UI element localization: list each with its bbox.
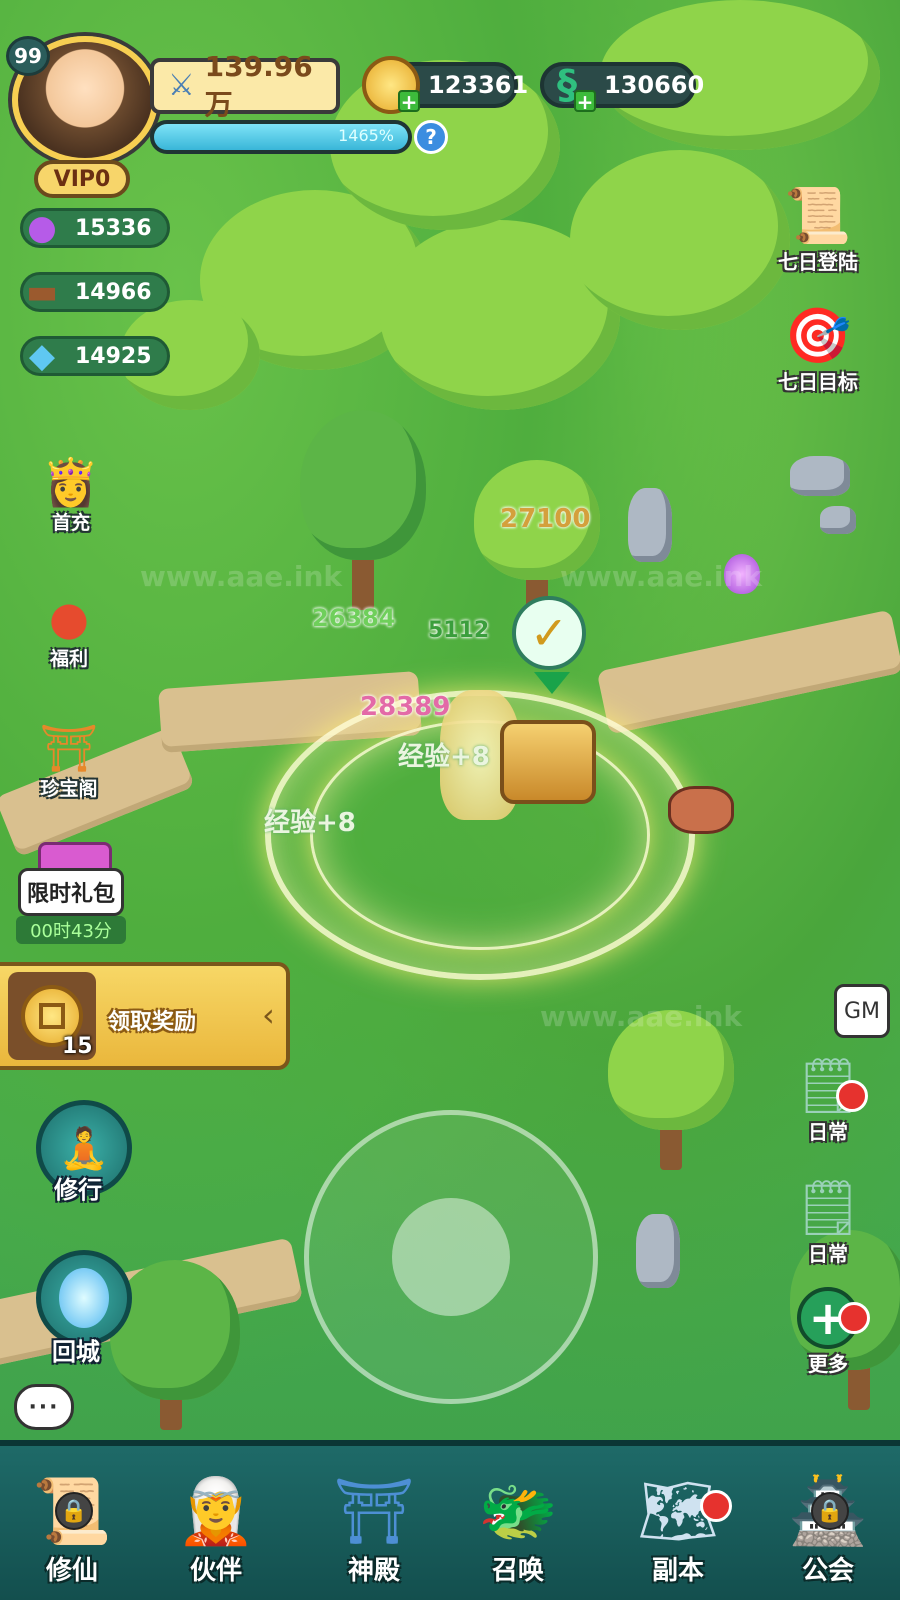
scroll-icon: 📜🔒 — [17, 1456, 127, 1566]
daily-button-2[interactable]: 🗒 日常 — [788, 1168, 868, 1267]
return-city-label: 回城 — [52, 1338, 100, 1366]
level-badge: 99 — [6, 36, 50, 76]
exp-bar: 1465% — [150, 120, 412, 154]
flame-value: 15336 — [75, 215, 152, 241]
notification-dot — [838, 1302, 870, 1334]
bottom-nav-bar: 📜🔒 修仙 🧝 伙伴 ⛩ 神殿 🐲 召唤 🗺 副本 🏯🔒 公会 — [0, 1440, 900, 1600]
chevron-left-icon[interactable]: ‹ — [262, 996, 275, 1034]
treasure-pavilion-button[interactable]: ⛩ 珍宝阁 — [34, 716, 104, 801]
seven-day-goal-button[interactable]: 🎯 七日目标 — [778, 296, 858, 395]
combat-power-value: 139.96万 — [204, 49, 313, 121]
purple-flame-icon: ● — [27, 208, 57, 248]
vip-badge[interactable]: VIP0 — [34, 160, 130, 198]
notification-dot — [836, 1080, 868, 1112]
resource-crystal: ◆ 14925 — [20, 336, 170, 376]
lock-icon: 🔒 — [811, 1492, 849, 1530]
nav-temple[interactable]: ⛩ 神殿 — [304, 1446, 444, 1600]
damage-number: 28389 — [360, 692, 451, 722]
dirt-path — [596, 609, 900, 735]
reward-count: 15 — [62, 1034, 93, 1059]
crystal-value: 14925 — [75, 343, 152, 369]
check-bubble-icon[interactable]: ✓ — [512, 596, 586, 670]
treasure-chest-icon[interactable] — [500, 720, 596, 804]
gift-timer: 00时43分 — [16, 916, 126, 944]
boar-enemy[interactable] — [668, 786, 734, 834]
claim-reward-label: 领取奖励 — [108, 1010, 197, 1035]
nav-summon[interactable]: 🐲 召唤 — [448, 1446, 588, 1600]
crossed-swords-icon: ⚔ — [167, 68, 195, 103]
watermark: www.aae.ink — [540, 1000, 743, 1033]
welfare-label: 福利 — [49, 648, 88, 670]
guild-icon: 🏯🔒 — [773, 1456, 883, 1566]
rock — [820, 506, 856, 534]
nav-cultivation[interactable]: 📜🔒 修仙 — [2, 1446, 142, 1600]
scroll-target-icon: 🎯 — [784, 304, 852, 367]
limited-gift-button[interactable]: 限时礼包 — [18, 868, 124, 916]
damage-number: 27100 — [500, 504, 591, 534]
daily-label-2: 日常 — [808, 1242, 848, 1266]
first-charge-button[interactable]: 👸 首充 — [36, 450, 106, 535]
damage-number: 26384 — [312, 604, 396, 632]
gm-button[interactable]: GM — [834, 984, 890, 1038]
jade-value: 130660 — [604, 71, 705, 99]
add-coin-icon[interactable]: + — [398, 90, 420, 112]
hp-number: 5112 — [428, 618, 490, 643]
forest-canopy — [570, 150, 790, 330]
wood-value: 14966 — [75, 279, 152, 305]
pavilion-icon: ⛩ — [39, 720, 99, 775]
notification-dot — [700, 1490, 732, 1522]
jade-currency[interactable]: § + 130660 — [540, 62, 704, 112]
pine-tree — [300, 410, 426, 560]
welfare-button[interactable]: ● 福利 — [34, 586, 104, 671]
seven-day-login-button[interactable]: 📜 七日登陆 — [778, 176, 858, 275]
treasure-pavilion-label: 珍宝阁 — [40, 778, 98, 800]
coin-currency[interactable]: + 123361 — [362, 56, 528, 114]
watermark: www.aae.ink — [140, 560, 343, 593]
lock-icon: 🔒 — [55, 1492, 93, 1530]
lucky-bag-icon: ● — [48, 591, 90, 645]
exp-gain-text: 经验+8 — [398, 742, 490, 772]
summon-icon: 🐲 — [478, 1474, 558, 1549]
down-arrow-icon — [534, 672, 570, 694]
seven-day-login-label: 七日登陆 — [778, 250, 858, 274]
add-jade-icon[interactable]: + — [574, 90, 596, 112]
exp-percent: 1465% — [338, 126, 394, 145]
scroll-calendar-icon: 📜 — [784, 184, 852, 247]
wood-log-icon: ▬ — [25, 272, 59, 312]
chat-button[interactable]: ··· — [14, 1384, 74, 1430]
nav-guild[interactable]: 🏯🔒 公会 — [758, 1446, 898, 1600]
seven-day-goal-label: 七日目标 — [778, 370, 858, 394]
cultivate-label: 修行 — [54, 1176, 102, 1204]
daily-scroll-icon: 🗒 — [793, 1176, 863, 1239]
nav-dungeon[interactable]: 🗺 副本 — [608, 1446, 748, 1600]
watermark: www.aae.ink — [560, 560, 763, 593]
claim-reward-banner[interactable]: 15 领取奖励 ‹ — [0, 962, 290, 1070]
stone-lantern — [636, 1214, 680, 1288]
combat-power-bar: ⚔ 139.96万 — [150, 50, 340, 121]
exp-gain-text: 经验+8 — [264, 808, 356, 838]
coin-value: 123361 — [428, 71, 529, 99]
more-label: 更多 — [808, 1352, 848, 1376]
cultivator-icon: 🧘 — [59, 1125, 109, 1172]
nav-partner[interactable]: 🧝 伙伴 — [146, 1446, 286, 1600]
stone-lantern — [628, 488, 672, 562]
pine-tree — [110, 1260, 240, 1400]
temple-icon: ⛩ — [333, 1474, 415, 1549]
daily-label-1: 日常 — [808, 1120, 848, 1144]
resource-wood: ▬ 14966 — [20, 272, 170, 312]
first-charge-label: 首充 — [51, 512, 90, 534]
first-charge-icon: 👸 — [42, 454, 100, 509]
portal-icon — [59, 1268, 109, 1328]
joystick-thumb[interactable] — [392, 1198, 510, 1316]
rock — [790, 456, 850, 496]
crystal-icon: ◆ — [28, 336, 56, 376]
help-icon[interactable]: ? — [414, 120, 448, 154]
resource-flame: ● 15336 — [20, 208, 170, 248]
partner-icon: 🧝 — [176, 1474, 256, 1549]
